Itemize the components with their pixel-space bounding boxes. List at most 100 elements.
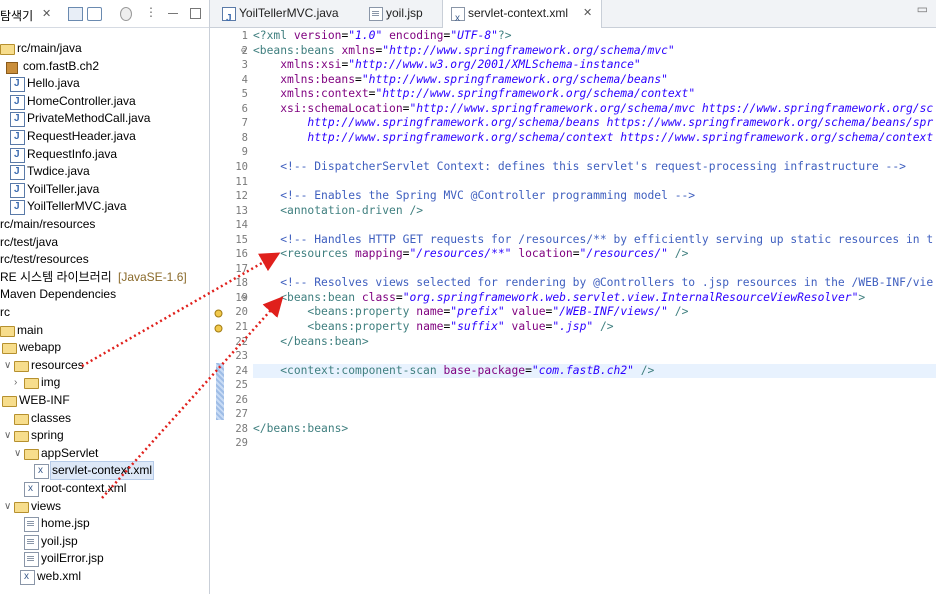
tab-yoiltellermvc-java[interactable]: YoilTellerMVC.java: [222, 0, 362, 32]
code-line[interactable]: <beans:bean class="org.springframework.w…: [253, 291, 865, 306]
code-line[interactable]: </beans:beans>: [253, 422, 348, 437]
line-number: 4: [241, 73, 248, 86]
java-file-icon: [10, 163, 25, 181]
code-line[interactable]: <beans:property name="prefix" value="/WE…: [253, 305, 688, 320]
code-line[interactable]: xmlns:context="http://www.springframewor…: [253, 87, 695, 102]
file-icon: [24, 534, 39, 550]
code-line[interactable]: http://www.springframework.org/schema/co…: [253, 131, 933, 146]
expand-toggle-icon[interactable]: ∨: [4, 498, 14, 515]
package-icon: [6, 61, 18, 74]
fold-toggle-icon[interactable]: ⊖: [241, 46, 251, 56]
line-number: 28: [235, 422, 248, 435]
minimize-editor-icon[interactable]: ▭: [917, 2, 928, 16]
close-icon[interactable]: ✕: [42, 7, 51, 20]
code-line[interactable]: <annotation-driven />: [253, 204, 423, 219]
code-line[interactable]: <?xml version="1.0" encoding="UTF-8"?>: [253, 29, 512, 44]
tree-item-label: webapp: [19, 340, 62, 355]
java-file-icon: [10, 146, 25, 163]
file-icon: [24, 517, 39, 533]
change-marker-bar: [216, 363, 224, 420]
tree-item-label: root-context.xml: [41, 481, 127, 495]
link-with-editor-icon[interactable]: [87, 7, 102, 21]
tree-item-label: yoilError.jsp: [41, 551, 104, 566]
tree-item-label: views: [31, 498, 62, 513]
file-icon: [369, 7, 383, 21]
tree-item-label: resources: [31, 357, 84, 372]
tab-label: YoilTellerMVC.java: [239, 6, 339, 20]
source-folder-icon: [0, 44, 15, 55]
tree-item-label: PrivateMethodCall.java: [27, 111, 151, 126]
explorer-header: 탐색기 ✕ ⋮: [0, 0, 209, 28]
folder-icon: [14, 413, 29, 425]
tree-item-label: Maven Dependencies: [0, 287, 117, 302]
folder-icon: [0, 325, 15, 337]
expand-toggle-icon[interactable]: ∨: [4, 357, 14, 374]
minimize-icon[interactable]: [168, 13, 178, 14]
xml-file-icon: [34, 462, 49, 480]
line-number: 17: [235, 262, 248, 275]
tab-yoil-jsp[interactable]: yoil.jsp: [369, 0, 447, 27]
code-line[interactable]: <context:component-scan base-package="co…: [253, 363, 936, 379]
expand-toggle-icon[interactable]: ∨: [4, 427, 14, 444]
line-number: 10: [235, 160, 248, 173]
code-line[interactable]: <beans:beans xmlns="http://www.springfra…: [253, 44, 675, 59]
view-menu-icon[interactable]: ⋮: [145, 5, 157, 19]
warning-marker-icon[interactable]: [214, 308, 223, 318]
explorer-title[interactable]: 탐색기: [0, 7, 33, 24]
tree-item-label: img: [41, 375, 61, 390]
line-number: 7: [241, 117, 248, 130]
code-line[interactable]: http://www.springframework.org/schema/be…: [253, 116, 933, 131]
code-line[interactable]: xsi:schemaLocation="http://www.springfra…: [253, 102, 933, 117]
line-number: 16: [235, 248, 248, 261]
code-line[interactable]: </beans:bean>: [253, 335, 368, 350]
code-line[interactable]: <!-- Enables the Spring MVC @Controller …: [253, 189, 695, 204]
expand-toggle-icon[interactable]: ∨: [14, 445, 24, 462]
line-number: 5: [241, 88, 248, 101]
line-number: 9: [241, 146, 248, 159]
tree-item-label: YoilTeller.java: [27, 181, 100, 196]
code-line[interactable]: <resources mapping="/resources/**" locat…: [253, 247, 688, 262]
tree-item-label: rc: [0, 305, 10, 319]
tab-servlet-context-xml[interactable]: servlet-context.xml ✕: [442, 0, 602, 32]
folder-icon: [14, 360, 29, 372]
line-number: 12: [235, 190, 248, 203]
tree-item-label: yoil.jsp: [41, 533, 78, 548]
fold-toggle-icon[interactable]: ⊖: [241, 293, 251, 303]
tab-label: yoil.jsp: [386, 6, 423, 20]
editor-tab-bar: YoilTellerMVC.java yoil.jsp servlet-cont…: [210, 0, 936, 32]
close-tab-icon[interactable]: ✕: [583, 0, 592, 27]
tree-item-label: web.xml: [37, 569, 82, 583]
collapse-all-icon[interactable]: [68, 7, 83, 21]
tree-item-label: WEB-INF: [19, 393, 70, 407]
maximize-icon[interactable]: [190, 8, 201, 19]
tree-item-label: RequestHeader.java: [27, 129, 136, 143]
folder-icon: [14, 501, 29, 513]
code-line[interactable]: <!-- DispatcherServlet Context: defines …: [253, 160, 906, 175]
code-line[interactable]: <!-- Handles HTTP GET requests for /reso…: [253, 233, 933, 248]
folder-icon: [2, 343, 17, 355]
expand-toggle-icon[interactable]: ›: [14, 374, 24, 391]
filter-icon[interactable]: [120, 7, 132, 21]
tree-item-label: Twdice.java: [27, 164, 90, 179]
folder-icon: [24, 448, 39, 460]
code-area[interactable]: 1 <?xml version="1.0" encoding="UTF-8"?> 2…: [210, 27, 936, 594]
tree-item-label: HomeController.java: [27, 93, 136, 108]
line-number: 13: [235, 204, 248, 217]
code-line[interactable]: xmlns:xsi="http://www.w3.org/2001/XMLSch…: [253, 58, 641, 73]
tree-item-label: RE 시스템 라이브러리: [0, 269, 112, 284]
line-number: 15: [235, 233, 248, 246]
code-line[interactable]: <beans:property name="suffix" value=".js…: [253, 320, 613, 335]
tree-item-label: main: [17, 322, 44, 337]
tree-item-label: rc/main/java: [17, 41, 82, 55]
tab-label: servlet-context.xml: [468, 6, 569, 20]
folder-icon: [2, 396, 17, 407]
code-line[interactable]: xmlns:beans="http://www.springframework.…: [253, 73, 668, 88]
xml-file-icon: [24, 480, 39, 497]
tree-item-label: YoilTellerMVC.java: [27, 199, 127, 214]
project-explorer: 탐색기 ✕ ⋮ rc/main/java com.fastB.ch2 Hello.j…: [0, 0, 210, 594]
tree-item-label: spring: [31, 428, 64, 443]
warning-marker-icon[interactable]: [214, 323, 223, 333]
java-file-icon: [10, 128, 25, 145]
code-line[interactable]: <!-- Resolves views selected for renderi…: [253, 276, 933, 291]
tree-item-label: home.jsp: [41, 516, 90, 531]
